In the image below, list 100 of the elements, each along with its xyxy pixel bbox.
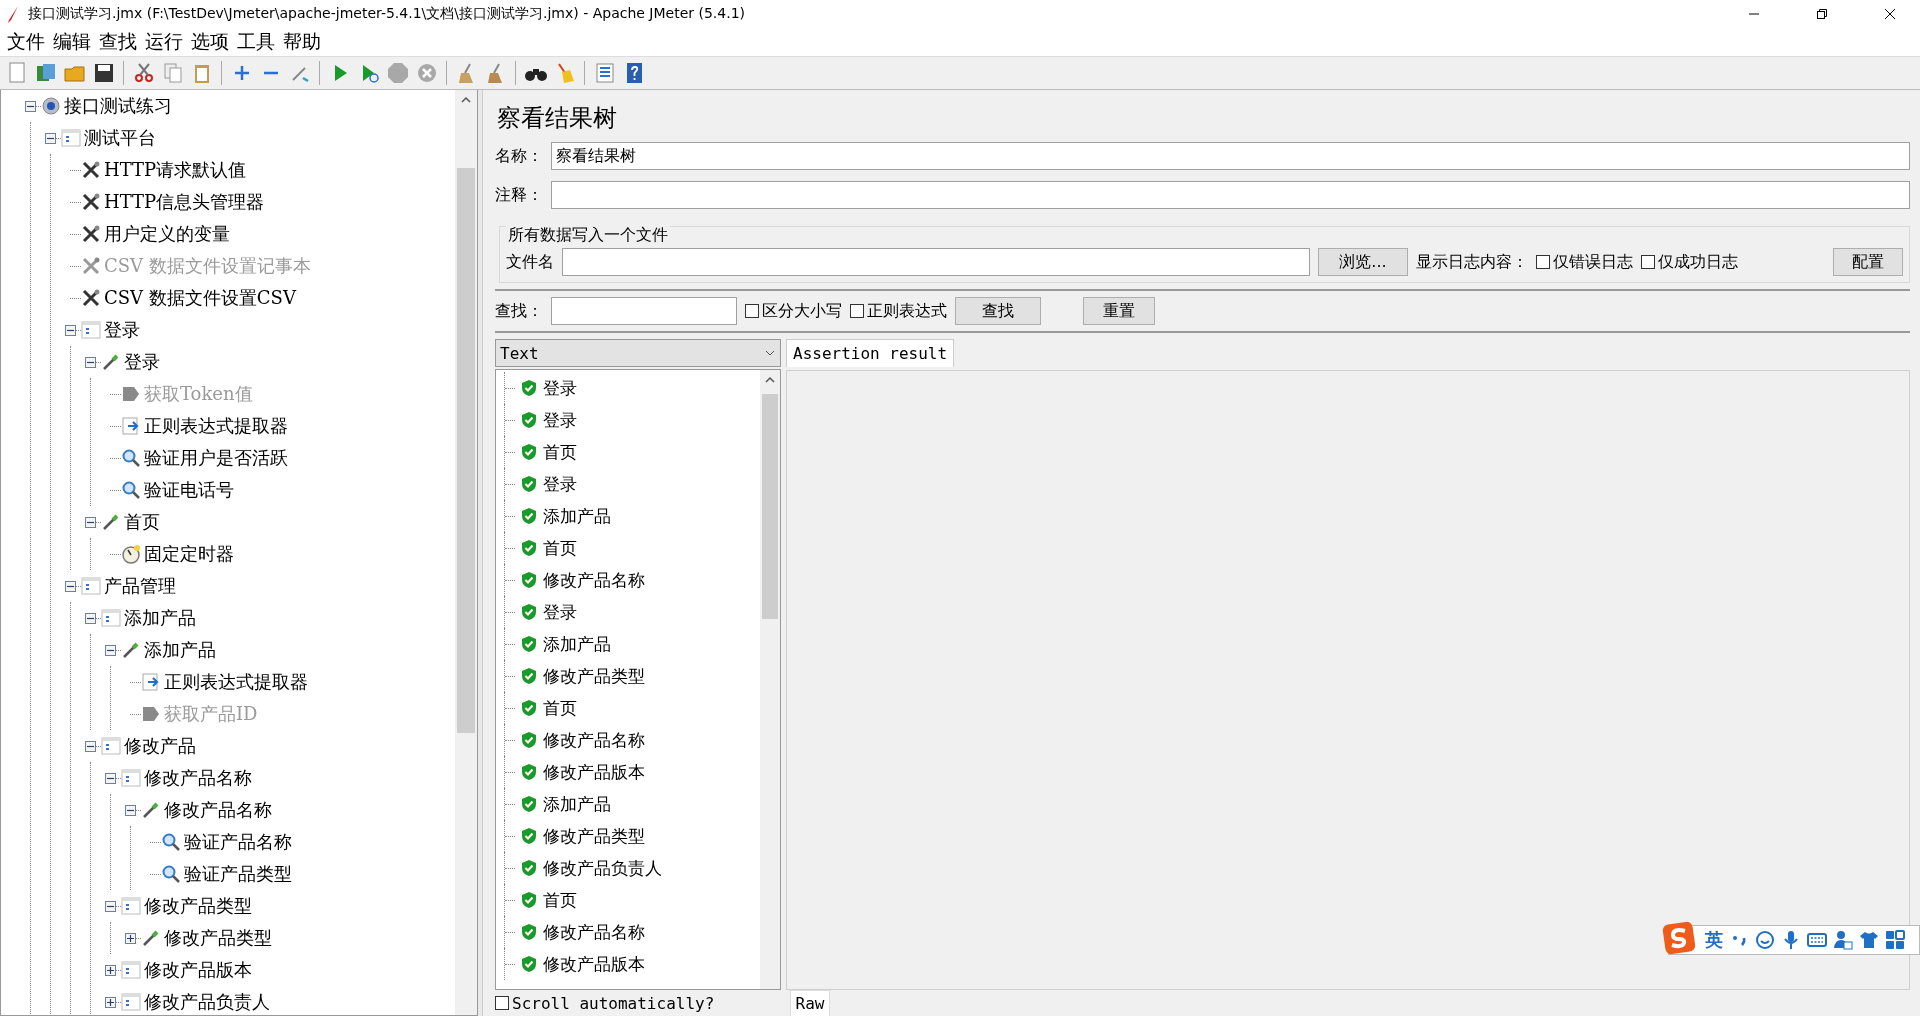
caret-down-icon	[764, 349, 776, 357]
menu-item[interactable]: 编辑	[50, 29, 94, 55]
collapse-toggle[interactable]	[85, 356, 96, 368]
name-field[interactable]: 察看结果树	[551, 142, 1910, 170]
expand-toggle[interactable]	[105, 996, 116, 1008]
expand-toggle[interactable]	[105, 964, 116, 976]
search-field[interactable]	[551, 297, 737, 325]
tree-item[interactable]: 修改产品名称	[144, 766, 252, 790]
input-mode[interactable]: 英	[1705, 928, 1723, 952]
expand-toggle[interactable]	[125, 932, 136, 944]
checkbox-label: 正则表达式	[867, 300, 947, 322]
menu-item[interactable]: 工具	[234, 29, 278, 55]
scrollbar[interactable]	[455, 90, 477, 1015]
tree-item[interactable]: CSV 数据文件设置CSV	[104, 286, 296, 310]
result-item[interactable]: 修改产品版本	[543, 760, 645, 784]
comment-field[interactable]	[551, 181, 1910, 209]
collapse-toggle[interactable]	[85, 740, 96, 752]
tree-item[interactable]: 添加产品	[124, 606, 196, 630]
result-item[interactable]: 修改产品名称	[543, 568, 645, 592]
tree-item[interactable]: HTTP信息头管理器	[104, 190, 265, 214]
checkbox[interactable]	[1641, 255, 1655, 269]
tree-item[interactable]: 用户定义的变量	[104, 222, 230, 246]
browse-button[interactable]: 浏览...	[1318, 248, 1408, 276]
file-name-field[interactable]	[562, 248, 1310, 276]
tree-item[interactable]: 修改产品负责人	[144, 990, 270, 1014]
pipette-icon	[101, 352, 121, 372]
tree-item[interactable]: 验证产品名称	[184, 830, 292, 854]
renderer-dropdown[interactable]: Text	[495, 339, 781, 367]
result-item[interactable]: 修改产品类型	[543, 664, 645, 688]
field-label: 显示日志内容：	[1416, 251, 1528, 273]
result-item[interactable]: 首页	[543, 888, 577, 912]
group-legend: 所有数据写入一个文件	[506, 225, 670, 246]
menu-item[interactable]: 帮助	[280, 29, 324, 55]
collapse-toggle[interactable]	[85, 516, 96, 528]
collapse-toggle[interactable]	[85, 612, 96, 624]
collapse-toggle[interactable]	[65, 324, 76, 336]
result-item[interactable]: 登录	[543, 376, 577, 400]
tree-item[interactable]: 验证用户是否活跃	[144, 446, 288, 470]
collapse-toggle[interactable]	[25, 100, 36, 112]
collapse-toggle[interactable]	[105, 772, 116, 784]
menu-item[interactable]: 选项	[188, 29, 232, 55]
tree-item[interactable]: 修改产品版本	[144, 958, 252, 982]
result-item[interactable]: 修改产品版本	[543, 952, 645, 976]
menu-item[interactable]: 运行	[142, 29, 186, 55]
menu-item[interactable]: 文件	[4, 29, 48, 55]
tree-item[interactable]: 正则表达式提取器	[164, 670, 308, 694]
tree-item[interactable]: 修改产品名称	[164, 798, 272, 822]
tree-item[interactable]: 添加产品	[144, 638, 216, 662]
tree-item[interactable]: 修改产品类型	[164, 926, 272, 950]
plus-icon	[107, 998, 114, 1006]
result-item[interactable]: 修改产品负责人	[543, 856, 662, 880]
tree-item[interactable]: 修改产品	[124, 734, 196, 758]
collapse-toggle[interactable]	[45, 132, 56, 144]
result-item[interactable]: 首页	[543, 536, 577, 560]
tree-item[interactable]: 登录	[104, 318, 140, 342]
tab[interactable]: Raw	[790, 990, 830, 1016]
collapse-toggle[interactable]	[105, 900, 116, 912]
result-item[interactable]: 首页	[543, 440, 577, 464]
tools-icon	[81, 160, 101, 180]
result-item[interactable]: 添加产品	[543, 792, 611, 816]
tree-item[interactable]: 修改产品类型	[144, 894, 252, 918]
checkbox[interactable]	[850, 304, 864, 318]
result-item[interactable]: 登录	[543, 472, 577, 496]
result-item[interactable]: 首页	[543, 696, 577, 720]
checkbox-label: 仅错误日志	[1553, 251, 1633, 273]
scrollbar[interactable]	[760, 370, 780, 989]
collapse-toggle[interactable]	[125, 804, 136, 816]
result-item[interactable]: 修改产品名称	[543, 920, 645, 944]
result-item[interactable]: 登录	[543, 408, 577, 432]
tree-item[interactable]: 正则表达式提取器	[144, 414, 288, 438]
result-item[interactable]: 修改产品名称	[543, 728, 645, 752]
collapse-toggle[interactable]	[65, 580, 76, 592]
tree-item[interactable]: 接口测试练习	[64, 94, 172, 118]
user-icon	[1833, 930, 1853, 950]
field-label: 文件名	[506, 251, 554, 273]
tree-item[interactable]: 验证电话号	[144, 478, 234, 502]
checkbox[interactable]	[1536, 255, 1550, 269]
tree-item[interactable]: 产品管理	[104, 574, 176, 598]
tab[interactable]: Assertion result	[786, 339, 955, 367]
checkbox-label: Scroll automatically?	[512, 993, 715, 1013]
tree-item[interactable]: HTTP请求默认值	[104, 158, 247, 182]
smiley-icon	[1755, 930, 1775, 950]
reset-button[interactable]: 重置	[1083, 297, 1155, 325]
tree-item[interactable]: 固定定时器	[144, 542, 234, 566]
result-item[interactable]: 登录	[543, 600, 577, 624]
window-icon	[61, 128, 81, 148]
tree-item[interactable]: 首页	[124, 510, 160, 534]
menu-item[interactable]: 查找	[96, 29, 140, 55]
find-button[interactable]: 查找	[955, 297, 1041, 325]
result-item[interactable]: 添加产品	[543, 504, 611, 528]
result-item[interactable]: 添加产品	[543, 632, 611, 656]
tree-item[interactable]: 登录	[124, 350, 160, 374]
checkbox[interactable]	[495, 996, 509, 1010]
magnifier-icon	[121, 480, 141, 500]
collapse-toggle[interactable]	[105, 644, 116, 656]
tree-item[interactable]: 测试平台	[84, 126, 156, 150]
tree-item[interactable]: 验证产品类型	[184, 862, 292, 886]
config-button[interactable]: 配置	[1833, 248, 1903, 276]
result-item[interactable]: 修改产品类型	[543, 824, 645, 848]
checkbox[interactable]	[745, 304, 759, 318]
